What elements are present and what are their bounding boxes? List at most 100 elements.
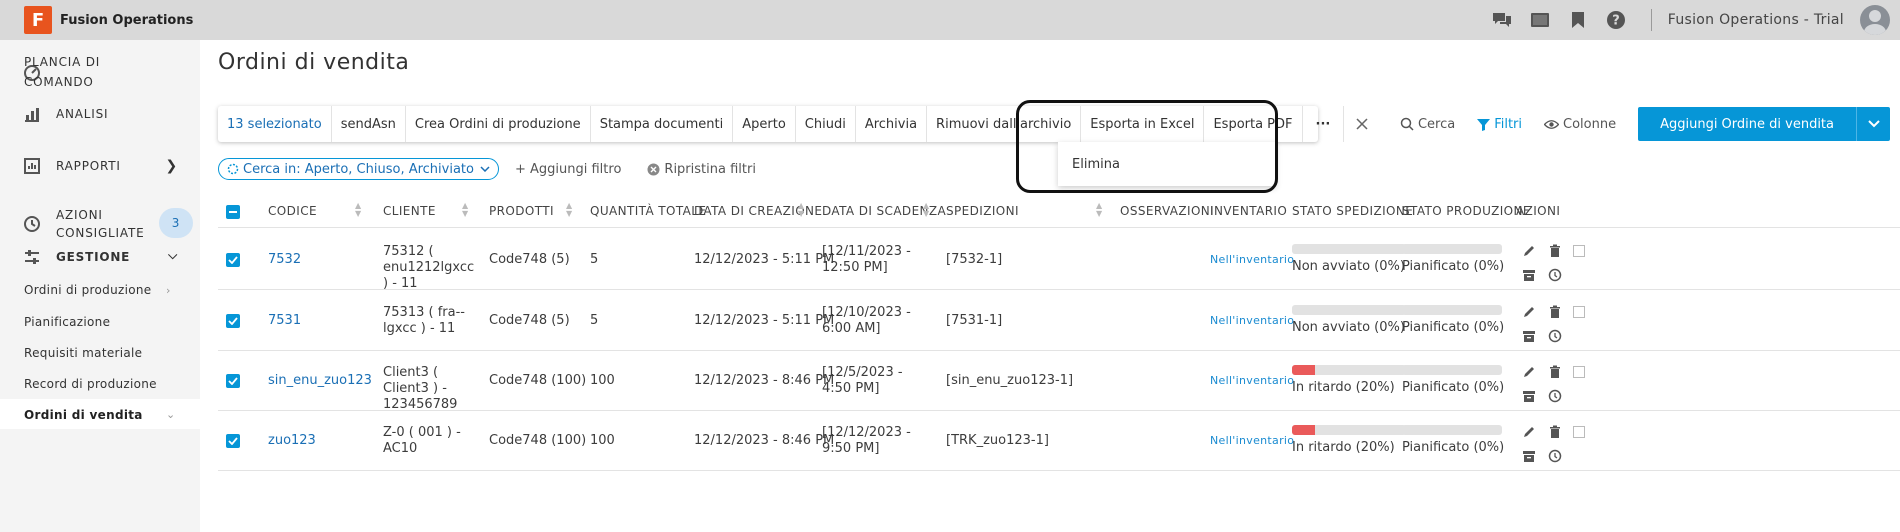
help-icon[interactable]: ? [1605, 9, 1627, 31]
column-header-notes[interactable]: OSSERVAZIONI [1120, 204, 1214, 218]
order-code-link[interactable]: 7532 [268, 252, 301, 268]
edit-icon[interactable] [1522, 305, 1536, 319]
column-header-client[interactable]: CLIENTE [383, 204, 436, 218]
archive-icon[interactable] [1522, 389, 1536, 403]
order-code-link[interactable]: 7531 [268, 313, 301, 329]
sidebar-subitem-planning[interactable]: Pianificazione [24, 315, 110, 329]
sidebar-subitem-sales-orders[interactable]: Ordini di vendita [24, 408, 143, 422]
edit-icon[interactable] [1522, 244, 1536, 258]
production-status-label: Pianificato (0%) [1402, 320, 1505, 335]
column-header-inventory[interactable]: INVENTARIO [1210, 204, 1287, 218]
sidebar-item-suggested-actions[interactable]: AZIONI CONSIGLIATE 3 [0, 200, 200, 248]
sort-icon[interactable]: ▲ ▼ [798, 202, 805, 218]
more-actions-button[interactable]: ··· [1303, 106, 1345, 142]
analytics-icon [25, 108, 39, 122]
search-button[interactable]: Cerca [1400, 117, 1455, 132]
edit-icon[interactable] [1522, 365, 1536, 379]
column-header-shipping-status[interactable]: STATO SPEDIZIONE [1292, 204, 1413, 218]
filters-button[interactable]: Filtri [1477, 117, 1522, 132]
checkbox-icon[interactable] [1572, 305, 1586, 319]
checkbox-icon[interactable] [1572, 244, 1586, 258]
edit-icon[interactable] [1522, 425, 1536, 439]
archive-icon[interactable] [1522, 449, 1536, 463]
open-button[interactable]: Aperto [733, 106, 796, 142]
reset-filters-button[interactable]: Ripristina filtri [647, 162, 756, 177]
shipments-cell[interactable]: [7531-1] [946, 313, 1002, 329]
sort-icon[interactable]: ▲ ▼ [462, 202, 469, 218]
trash-icon[interactable] [1548, 244, 1562, 258]
print-documents-button[interactable]: Stampa documenti [591, 106, 734, 142]
column-header-products[interactable]: PRODOTTI [489, 204, 554, 218]
sidebar-item-analytics[interactable]: ANALISI [0, 102, 200, 126]
table-row[interactable]: sin_enu_zuo123 Client3 ( Client3 ) - 1234… [218, 351, 1900, 412]
select-all-checkbox[interactable] [226, 205, 240, 219]
add-filter-button[interactable]: + Aggiungi filtro [515, 162, 621, 177]
row-checkbox[interactable] [226, 434, 240, 448]
clear-icon [647, 163, 660, 175]
sidebar-item-management[interactable]: GESTIONE ⌵ [0, 245, 200, 269]
column-header-production-status[interactable]: STATO PRODUZIONE [1402, 204, 1531, 218]
shipments-cell[interactable]: [sin_enu_zuo123-1] [946, 373, 1073, 389]
inventory-link[interactable]: Nell'inventario [1210, 373, 1294, 389]
columns-button[interactable]: Colonne [1544, 117, 1616, 132]
archive-icon[interactable] [1522, 329, 1536, 343]
selected-count[interactable]: 13 selezionato [218, 106, 332, 142]
sidebar-subitem-material-requirements[interactable]: Requisiti materiale [24, 346, 142, 360]
shipments-cell[interactable]: [TRK_zuo123-1] [946, 433, 1049, 449]
account-name[interactable]: Fusion Operations - Trial [1668, 12, 1844, 28]
column-header-code[interactable]: CODICE [268, 204, 317, 218]
row-checkbox[interactable] [226, 374, 240, 388]
inventory-link[interactable]: Nell'inventario [1210, 433, 1294, 449]
trash-icon[interactable] [1548, 365, 1562, 379]
trash-icon[interactable] [1548, 425, 1562, 439]
inventory-link[interactable]: Nell'inventario [1210, 252, 1294, 268]
history-icon[interactable] [1548, 389, 1562, 403]
client-cell: 75313 ( fra--lgxcc ) - 11 [383, 305, 465, 336]
checkbox-icon[interactable] [1572, 425, 1586, 439]
table-row[interactable]: 7532 75312 ( enu1212lgxcc ) - 11 Code748 (… [218, 230, 1900, 291]
sort-icon[interactable]: ▲ ▼ [923, 202, 930, 218]
app-logo[interactable]: F [24, 6, 52, 34]
shipping-status-label: In ritardo (20%) [1292, 440, 1395, 455]
row-checkbox[interactable] [226, 314, 240, 328]
archive-icon[interactable] [1522, 268, 1536, 282]
page-title: Ordini di vendita [218, 50, 410, 75]
sidebar-subitem-production-records[interactable]: Record di produzione [24, 377, 157, 391]
add-sales-order-button[interactable]: Aggiungi Ordine di vendita [1638, 107, 1856, 141]
sort-icon[interactable]: ▲ ▼ [355, 202, 362, 218]
order-code-link[interactable]: zuo123 [268, 433, 316, 449]
sidebar-item-label: GESTIONE [56, 250, 131, 264]
archive-button[interactable]: Archivia [856, 106, 928, 142]
send-asn-button[interactable]: sendAsn [332, 106, 406, 142]
sidebar-item-reports[interactable]: RAPPORTI ❯ [0, 154, 200, 178]
search-scope-chip[interactable]: Cerca in: Aperto, Chiuso, Archiviato [218, 158, 499, 180]
sidebar-subitem-production-orders[interactable]: Ordini di produzione [24, 283, 151, 297]
inventory-link[interactable]: Nell'inventario [1210, 313, 1294, 329]
close-icon[interactable] [1344, 106, 1380, 142]
avatar[interactable] [1860, 5, 1890, 35]
sort-icon[interactable]: ▲ ▼ [1096, 202, 1103, 218]
order-code-link[interactable]: sin_enu_zuo123 [268, 373, 372, 389]
column-header-total-quantity[interactable]: QUANTITÀ TOTALE [590, 204, 706, 218]
chat-icon[interactable] [1491, 9, 1513, 31]
column-header-shipments[interactable]: SPEDIZIONI [946, 204, 1019, 218]
screen-icon[interactable] [1529, 9, 1551, 31]
trash-icon[interactable] [1548, 305, 1562, 319]
sidebar-item-dashboard[interactable]: PLANCIA DI COMANDO [0, 52, 200, 92]
bookmark-icon[interactable] [1567, 9, 1589, 31]
table-row[interactable]: 7531 75313 ( fra--lgxcc ) - 11 Code748 (5)… [218, 291, 1900, 351]
history-icon[interactable] [1548, 329, 1562, 343]
due-date-cell: [12/5/2023 - 4:50 PM] [822, 365, 903, 396]
close-button[interactable]: Chiudi [796, 106, 856, 142]
chevron-down-icon: ⌵ [168, 248, 178, 262]
column-header-actions: AZIONI [1516, 204, 1561, 218]
row-checkbox[interactable] [226, 253, 240, 267]
history-icon[interactable] [1548, 449, 1562, 463]
history-icon[interactable] [1548, 268, 1562, 282]
table-row[interactable]: zuo123 Z-0 ( 001 ) - AC10 Code748 (100) 100… [218, 411, 1900, 471]
checkbox-icon[interactable] [1572, 365, 1586, 379]
add-options-button[interactable] [1856, 107, 1890, 141]
create-production-orders-button[interactable]: Crea Ordini di produzione [406, 106, 591, 142]
sort-icon[interactable]: ▲ ▼ [566, 202, 573, 218]
shipments-cell[interactable]: [7532-1] [946, 252, 1002, 268]
